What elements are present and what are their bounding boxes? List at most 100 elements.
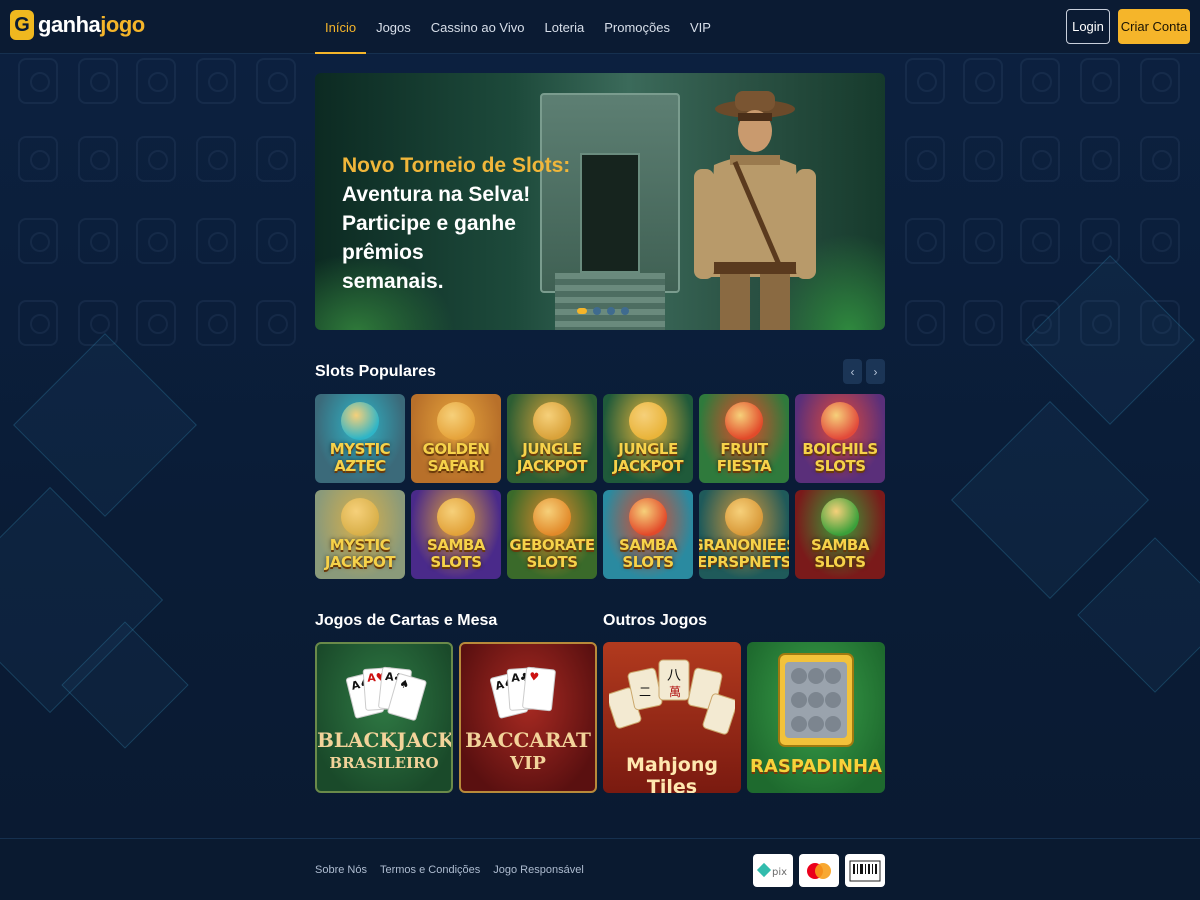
background-glyph xyxy=(963,136,1003,182)
mahjong-tiles-icon: 八 萬 二 xyxy=(609,659,735,735)
svg-text:萬: 萬 xyxy=(669,685,681,699)
game-tile-mahjong[interactable]: 八 萬 二 Mahjong Tiles xyxy=(603,642,741,793)
background-glyph xyxy=(905,218,945,264)
slot-game-tile[interactable]: JUNGLE JACKPOT xyxy=(507,394,597,483)
nav-item-promocoes[interactable]: Promoções xyxy=(594,0,680,54)
carousel-dot-3[interactable] xyxy=(607,307,615,315)
nav-item-vip[interactable]: VIP xyxy=(680,0,721,54)
background-glyph xyxy=(1140,136,1180,182)
background-shard xyxy=(13,333,197,517)
svg-text:八: 八 xyxy=(667,668,681,684)
slot-character-icon xyxy=(821,498,859,536)
background-glyph xyxy=(196,58,236,104)
logo-text-part1: ganha xyxy=(38,12,101,37)
logo-mark-icon: G xyxy=(10,10,34,40)
nav-item-cassino-ao-vivo[interactable]: Cassino ao Vivo xyxy=(421,0,535,54)
game-tile-raspadinha[interactable]: RASPADINHA xyxy=(747,642,885,793)
background-glyph xyxy=(1080,136,1120,182)
slot-game-title: FRUIT FIESTA xyxy=(716,440,772,475)
slot-game-tile[interactable]: GEBORATE SLOTS xyxy=(507,490,597,579)
blackjack-title: BLACKJACK xyxy=(317,728,453,752)
background-glyph xyxy=(136,300,176,346)
background-glyph xyxy=(18,218,58,264)
slot-game-tile[interactable]: SAMBA SLOTS xyxy=(795,490,885,579)
background-glyph xyxy=(18,136,58,182)
background-glyph xyxy=(256,300,296,346)
slot-game-tile[interactable]: MYSTIC AZTEC xyxy=(315,394,405,483)
slot-game-tile[interactable]: SAMBA SLOTS xyxy=(411,490,501,579)
slot-game-tile[interactable]: FRUIT FIESTA xyxy=(699,394,789,483)
login-button[interactable]: Login xyxy=(1066,9,1110,44)
background-glyph xyxy=(78,136,118,182)
slot-game-tile[interactable]: JUNGLE JACKPOT xyxy=(603,394,693,483)
footer-link-jogo-responsavel[interactable]: Jogo Responsável xyxy=(493,864,584,876)
carousel-dot-2[interactable] xyxy=(593,307,601,315)
slot-character-icon xyxy=(533,402,571,440)
nav-item-inicio[interactable]: Início xyxy=(315,0,367,54)
background-glyph xyxy=(256,218,296,264)
slot-game-title: GEBORATE SLOTS xyxy=(509,536,595,571)
chevron-left-icon: ‹ xyxy=(850,364,855,379)
carousel-dot-1[interactable] xyxy=(577,308,587,314)
slot-game-tile[interactable]: GRANONIEES EPRSPNETS xyxy=(699,490,789,579)
slot-game-tile[interactable]: MYSTIC JACKPOT xyxy=(315,490,405,579)
slot-game-tile[interactable]: BOICHILS SLOTS xyxy=(795,394,885,483)
background-glyph xyxy=(905,136,945,182)
slot-character-icon xyxy=(821,402,859,440)
slot-game-title: MYSTIC JACKPOT xyxy=(324,536,396,571)
hero-subline-1: Aventura na Selva! xyxy=(342,183,531,206)
hero-headline: Novo Torneio de Slots: xyxy=(342,154,571,177)
raspadinha-title: RASPADINHA xyxy=(750,756,882,777)
slot-game-tile[interactable]: SAMBA SLOTS xyxy=(603,490,693,579)
playing-cards-icon: A♠ A♥ A♣ ♠ xyxy=(345,666,428,726)
slots-prev-button[interactable]: ‹ xyxy=(843,359,862,384)
barcode-icon xyxy=(845,854,885,887)
game-tile-blackjack[interactable]: A♠ A♥ A♣ ♠ BLACKJACK BRASILEIRO xyxy=(315,642,453,793)
nav-item-loteria[interactable]: Loteria xyxy=(535,0,595,54)
baccarat-title: BACCARAT xyxy=(465,728,591,752)
slots-next-button[interactable]: › xyxy=(866,359,885,384)
hero-banner[interactable]: Novo Torneio de Slots: Aventura na Selva… xyxy=(315,73,885,330)
baccarat-subtitle: VIP xyxy=(510,753,546,774)
chevron-right-icon: › xyxy=(873,364,878,379)
background-glyph xyxy=(196,218,236,264)
slot-game-tile[interactable]: GOLDEN SAFARI xyxy=(411,394,501,483)
slot-character-icon xyxy=(629,402,667,440)
background-glyph xyxy=(1140,218,1180,264)
slot-game-title: SAMBA SLOTS xyxy=(811,536,869,571)
background-glyph xyxy=(1140,58,1180,104)
background-glyph xyxy=(963,300,1003,346)
blackjack-subtitle: BRASILEIRO xyxy=(329,754,439,772)
background-glyph xyxy=(1020,218,1060,264)
background-glyph xyxy=(963,218,1003,264)
footer-link-termos[interactable]: Termos e Condições xyxy=(380,864,480,876)
footer-link-sobre[interactable]: Sobre Nós xyxy=(315,864,367,876)
slot-game-title: MYSTIC AZTEC xyxy=(329,440,391,475)
background-glyph xyxy=(905,300,945,346)
background-shard xyxy=(1025,255,1195,425)
hero-subline-3: semanais. xyxy=(342,270,444,293)
brand-logo[interactable]: G ganha jogo xyxy=(10,10,145,40)
create-account-button[interactable]: Criar Conta xyxy=(1118,9,1190,44)
slot-character-icon xyxy=(629,498,667,536)
background-glyph xyxy=(78,218,118,264)
scratch-card-icon xyxy=(778,653,854,747)
game-tile-baccarat[interactable]: A♠ A♣ ♥ BACCARAT VIP xyxy=(459,642,597,793)
slot-game-title: SAMBA SLOTS xyxy=(427,536,485,571)
slot-game-title: JUNGLE JACKPOT xyxy=(516,440,588,475)
slot-game-title: GOLDEN SAFARI xyxy=(422,440,490,475)
slot-character-icon xyxy=(725,498,763,536)
background-glyph xyxy=(256,58,296,104)
background-glyph xyxy=(136,218,176,264)
section-title-slots: Slots Populares xyxy=(315,363,436,380)
page-footer: Sobre Nós Termos e Condições Jogo Respon… xyxy=(0,838,1200,900)
slot-character-icon xyxy=(437,402,475,440)
background-glyph xyxy=(1020,136,1060,182)
carousel-dot-4[interactable] xyxy=(621,307,629,315)
background-glyph xyxy=(136,136,176,182)
hero-subline-2: Participe e ganhe prêmios xyxy=(342,212,516,264)
section-title-card-games: Jogos de Cartas e Mesa xyxy=(315,612,498,629)
background-glyph xyxy=(196,300,236,346)
nav-item-jogos[interactable]: Jogos xyxy=(366,0,421,54)
mahjong-title: Mahjong Tiles xyxy=(626,754,718,793)
